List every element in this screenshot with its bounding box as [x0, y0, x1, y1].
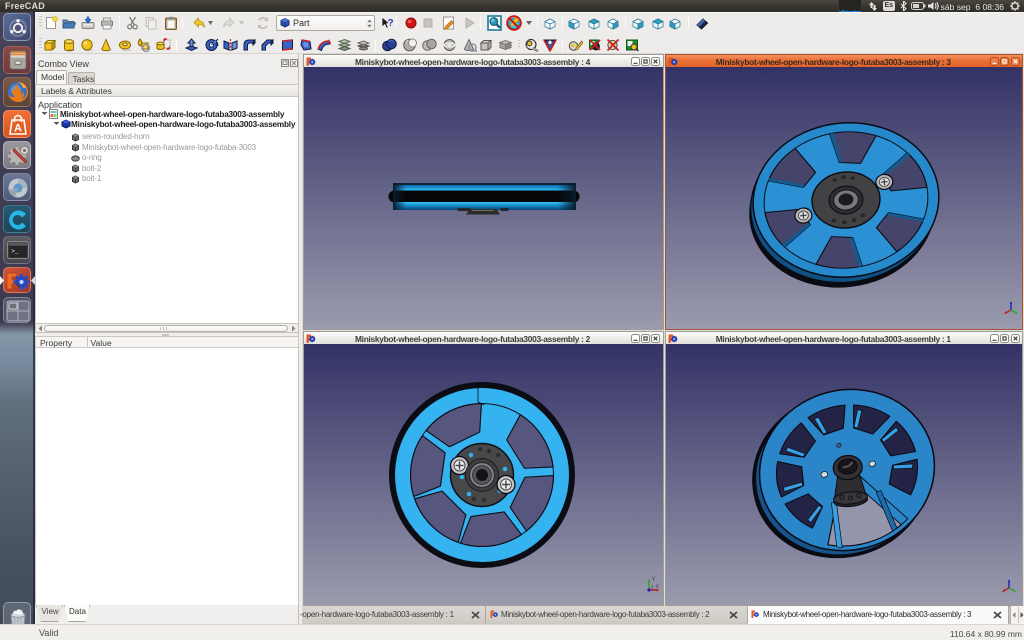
- svg-text:A: A: [14, 123, 22, 135]
- svg-text:x: x: [656, 584, 659, 590]
- svg-text:>_: >_: [11, 248, 19, 255]
- svg-text:Y: Y: [652, 577, 656, 583]
- svg-text:?: ?: [388, 18, 394, 29]
- svg-text:z: z: [651, 585, 654, 591]
